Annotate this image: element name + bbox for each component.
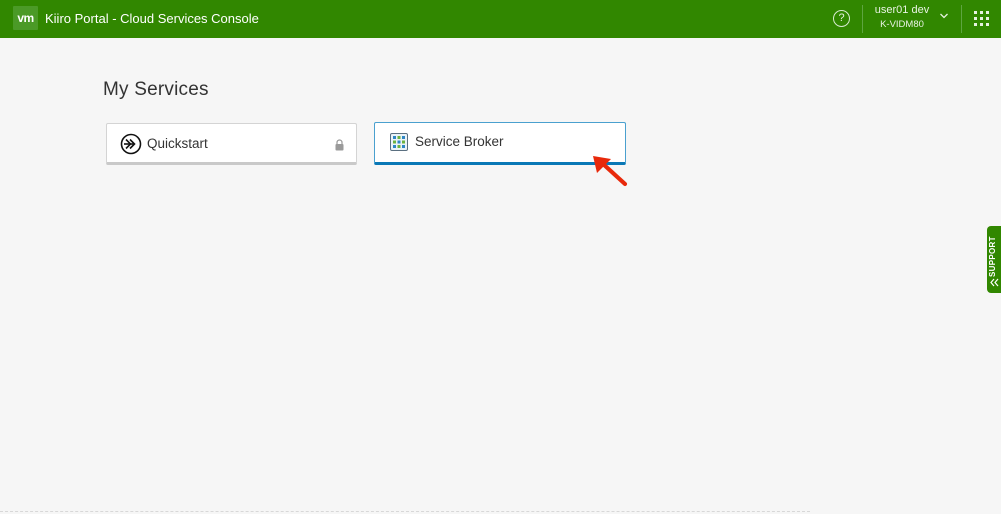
user-menu[interactable]: user01 dev K-VIDM80 [872,4,932,31]
page-title: My Services [103,79,209,100]
top-header: vm Kiiro Portal - Cloud Services Console… [0,0,1001,38]
user-tenant: K-VIDM80 [880,19,924,30]
vmware-logo[interactable]: vm [13,6,38,30]
header-divider [862,5,863,33]
service-card-label: Quickstart [147,136,208,151]
lock-icon [335,139,344,151]
footer-divider [0,511,810,512]
red-pointer-arrow-icon [593,156,628,187]
service-broker-icon [390,133,408,151]
service-card-quickstart[interactable]: Quickstart [106,123,357,165]
support-label: SUPPORT [988,236,997,277]
service-card-service-broker[interactable]: Service Broker [374,122,626,165]
header-divider [961,5,962,33]
chevron-down-icon[interactable] [939,12,949,20]
app-title: Kiiro Portal - Cloud Services Console [45,11,259,26]
double-chevron-icon [990,278,999,287]
app-grid-icon[interactable] [974,11,989,26]
user-name: user01 dev [874,4,930,16]
quickstart-arrow-icon [120,133,142,155]
service-card-label: Service Broker [415,134,504,149]
support-tab[interactable]: SUPPORT [987,226,1001,293]
help-icon[interactable]: ? [833,10,850,27]
